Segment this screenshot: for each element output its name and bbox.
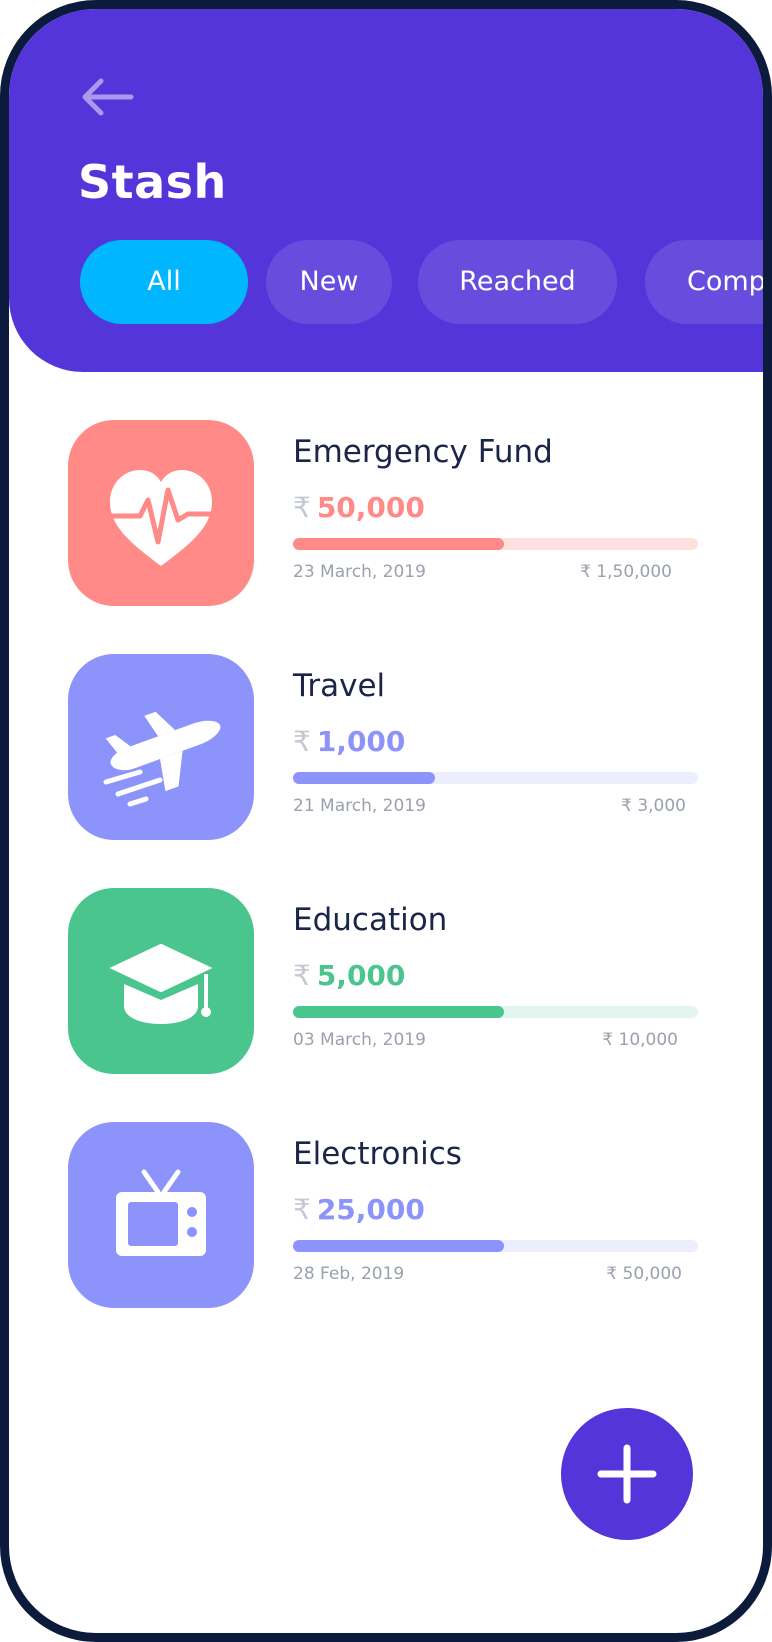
heart-pulse-icon bbox=[109, 470, 213, 566]
goal-icon-tile bbox=[68, 654, 254, 840]
goal-amount-value: 50,000 bbox=[316, 491, 425, 524]
rupee-symbol: ₹ bbox=[293, 1193, 311, 1226]
tv-icon bbox=[116, 1169, 206, 1256]
graduation-cap-icon bbox=[104, 940, 218, 1024]
progress-fill bbox=[293, 538, 504, 550]
tab-completed[interactable]: Completed bbox=[645, 240, 763, 324]
progress-bar bbox=[293, 772, 698, 784]
tab-new[interactable]: New bbox=[266, 240, 392, 324]
rupee-symbol: ₹ bbox=[293, 725, 311, 758]
goal-education[interactable]: Education ₹5,000 03 March, 2019 ₹ 10,000 bbox=[68, 888, 708, 1074]
goal-amount: ₹50,000 bbox=[293, 490, 425, 526]
goal-icon-tile bbox=[68, 888, 254, 1074]
goal-amount-value: 5,000 bbox=[316, 959, 406, 992]
airplane-icon bbox=[103, 711, 221, 807]
goal-target: ₹ 10,000 bbox=[602, 1030, 678, 1050]
goal-target: ₹ 3,000 bbox=[621, 796, 686, 816]
plus-icon bbox=[597, 1444, 657, 1504]
progress-bar bbox=[293, 538, 698, 550]
goal-name: Emergency Fund bbox=[293, 434, 553, 470]
progress-fill bbox=[293, 1240, 504, 1252]
goal-date: 03 March, 2019 bbox=[293, 1030, 426, 1050]
progress-bar bbox=[293, 1240, 698, 1252]
tab-all[interactable]: All bbox=[80, 240, 248, 324]
header: Stash All New Reached Completed bbox=[9, 9, 763, 372]
goal-icon-tile bbox=[68, 420, 254, 606]
goal-amount-value: 1,000 bbox=[316, 725, 406, 758]
goal-name: Electronics bbox=[293, 1136, 462, 1172]
goal-amount: ₹5,000 bbox=[293, 958, 405, 994]
tab-reached[interactable]: Reached bbox=[418, 240, 617, 324]
progress-fill bbox=[293, 1006, 504, 1018]
goal-amount: ₹25,000 bbox=[293, 1192, 425, 1228]
arrow-left-icon[interactable] bbox=[79, 77, 135, 117]
goal-travel[interactable]: Travel ₹1,000 21 March, 2019 ₹ 3,000 bbox=[68, 654, 708, 840]
goal-target: ₹ 1,50,000 bbox=[580, 562, 672, 582]
rupee-symbol: ₹ bbox=[293, 491, 311, 524]
phone-frame: Stash All New Reached Completed Emergenc… bbox=[0, 0, 772, 1642]
progress-fill bbox=[293, 772, 435, 784]
progress-bar bbox=[293, 1006, 698, 1018]
goal-electronics[interactable]: Electronics ₹25,000 28 Feb, 2019 ₹ 50,00… bbox=[68, 1122, 708, 1308]
goal-name: Travel bbox=[293, 668, 386, 704]
rupee-symbol: ₹ bbox=[293, 959, 311, 992]
goal-amount: ₹1,000 bbox=[293, 724, 405, 760]
goal-icon-tile bbox=[68, 1122, 254, 1308]
add-goal-button[interactable] bbox=[561, 1408, 693, 1540]
goal-emergency-fund[interactable]: Emergency Fund ₹50,000 23 March, 2019 ₹ … bbox=[68, 420, 708, 606]
goal-name: Education bbox=[293, 902, 448, 938]
goal-date: 21 March, 2019 bbox=[293, 796, 426, 816]
page-title: Stash bbox=[78, 155, 227, 209]
goal-date: 23 March, 2019 bbox=[293, 562, 426, 582]
goal-amount-value: 25,000 bbox=[316, 1193, 425, 1226]
goal-date: 28 Feb, 2019 bbox=[293, 1264, 405, 1284]
filter-tabs: All New Reached Completed bbox=[80, 240, 763, 326]
goal-target: ₹ 50,000 bbox=[606, 1264, 682, 1284]
